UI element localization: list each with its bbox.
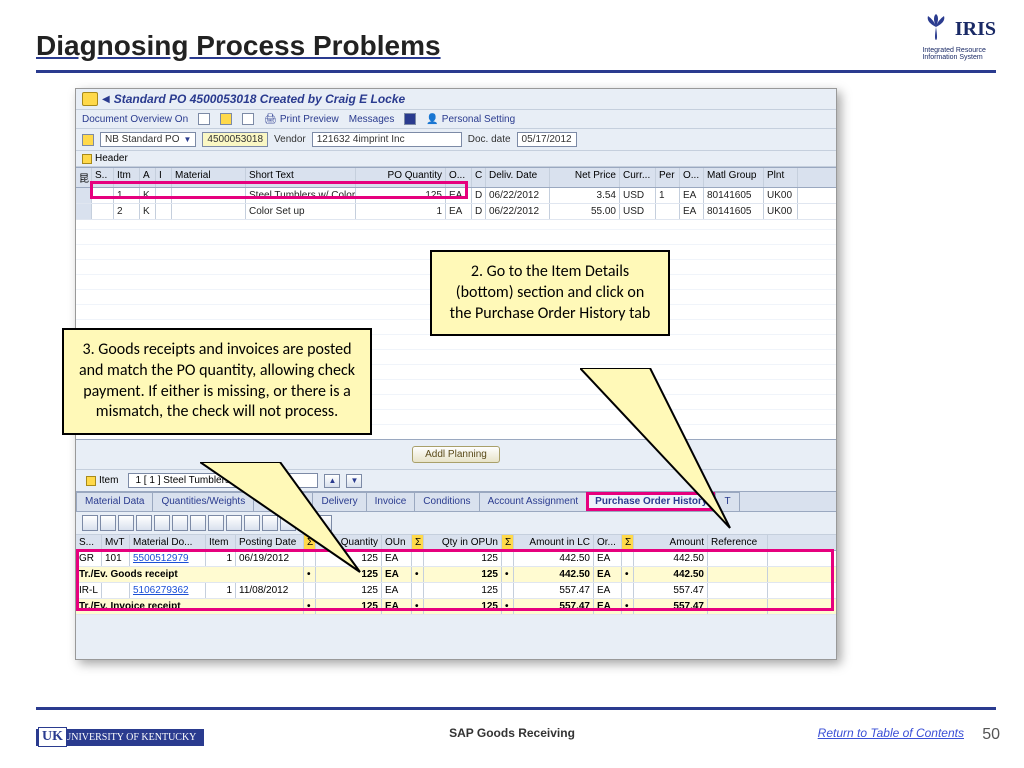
sap-header-row: NB Standard PO▼ 4500053018 Vendor 121632… (76, 129, 836, 151)
col-price[interactable]: Net Price (550, 168, 620, 187)
hcol-mvt[interactable]: MvT (102, 535, 130, 550)
col-handle: 昆 (76, 168, 92, 187)
docdate-field[interactable]: 05/17/2012 (517, 132, 577, 147)
expand-icon[interactable] (82, 134, 94, 146)
callout-3: 3. Goods receipts and invoices are poste… (62, 328, 372, 435)
hist-tool-6[interactable] (172, 515, 188, 531)
history-row[interactable]: Tr./Ev. Invoice receipt•125EA•125•557.47… (76, 599, 836, 615)
hist-tool-2[interactable] (100, 515, 116, 531)
col-o2[interactable]: O... (680, 168, 704, 187)
hcol-sig3[interactable]: Σ (502, 535, 514, 550)
addl-planning-button[interactable]: Addl Planning (412, 446, 500, 463)
history-row[interactable]: IR-L5106279362111/08/2012125EA125557.47E… (76, 583, 836, 599)
grid-row[interactable]: 1KSteel Tumblers w/ Color ..125EAD06/22/… (76, 188, 836, 204)
personal-setting-button[interactable]: 👤Personal Setting (426, 114, 515, 125)
col-qty[interactable]: PO Quantity (356, 168, 446, 187)
docdate-label: Doc. date (468, 134, 511, 145)
tab-material-data[interactable]: Material Data (76, 492, 153, 511)
callout-3-tail (200, 462, 380, 582)
po-number-field[interactable]: 4500053018 (202, 132, 268, 147)
col-oun[interactable]: O... (446, 168, 472, 187)
col-itm[interactable]: Itm (114, 168, 140, 187)
printer-icon: 🖨 (264, 114, 277, 125)
hist-tool-3[interactable] (118, 515, 134, 531)
sap-app-icon (82, 92, 98, 106)
col-a[interactable]: A (140, 168, 156, 187)
chevron-down-icon: ▼ (183, 135, 191, 144)
print-preview-button[interactable]: 🖨Print Preview (264, 114, 339, 125)
history-row[interactable]: GR1015500512979106/19/2012125EA125442.50… (76, 551, 836, 567)
hist-tool-1[interactable] (82, 515, 98, 531)
back-icon[interactable]: ◀ (102, 94, 110, 105)
col-s[interactable]: S.. (92, 168, 114, 187)
col-material[interactable]: Material (172, 168, 246, 187)
po-type-select[interactable]: NB Standard PO▼ (100, 132, 196, 147)
item-grid-header: 昆 S.. Itm A I Material Short Text PO Qua… (76, 167, 836, 188)
iris-sub2: Information System (922, 54, 996, 61)
other-icon[interactable] (242, 113, 254, 125)
iris-flower-icon (922, 12, 950, 47)
sap-window-title: Standard PO 4500053018 Created by Craig … (114, 92, 405, 106)
person-icon: 👤 (426, 114, 438, 125)
create-icon[interactable] (198, 113, 210, 125)
col-matl[interactable]: Matl Group (704, 168, 764, 187)
hist-tool-4[interactable] (136, 515, 152, 531)
iris-logo: IRIS Integrated Resource Information Sys… (922, 12, 996, 61)
col-per[interactable]: Per (656, 168, 680, 187)
hcol-sig2[interactable]: Σ (412, 535, 424, 550)
iris-brand: IRIS (955, 18, 996, 41)
hcol-oun[interactable]: OUn (382, 535, 412, 550)
footer-rule (36, 707, 996, 710)
slide-title: Diagnosing Process Problems (36, 30, 441, 62)
doc-overview-button[interactable]: Document Overview On (82, 114, 188, 125)
item-collapse-button[interactable]: Item (82, 474, 122, 487)
folder-icon (82, 154, 92, 164)
col-c[interactable]: C (472, 168, 486, 187)
toc-link[interactable]: Return to Table of Contents (818, 726, 964, 740)
hcol-doc[interactable]: Material Do... (130, 535, 206, 550)
messages-button[interactable]: Messages (349, 114, 395, 125)
tab-conditions[interactable]: Conditions (414, 492, 479, 511)
col-curr[interactable]: Curr... (620, 168, 656, 187)
col-deliv[interactable]: Deliv. Date (486, 168, 550, 187)
vendor-label: Vendor (274, 134, 306, 145)
hcol-qop[interactable]: Qty in OPUn (424, 535, 502, 550)
info-icon[interactable] (404, 113, 416, 125)
page-number: 50 (982, 726, 1000, 744)
history-row[interactable]: Tr./Ev. Goods receipt•125EA•125•442.50EA… (76, 567, 836, 583)
header-collapse-button[interactable]: Header (76, 151, 836, 167)
hist-tool-5[interactable] (154, 515, 170, 531)
callout-2: 2. Go to the Item Details (bottom) secti… (430, 250, 670, 336)
history-section: S... MvT Material Do... Item Posting Dat… (76, 535, 836, 615)
col-i[interactable]: I (156, 168, 172, 187)
callout-2-tail (580, 368, 740, 538)
col-plnt[interactable]: Plnt (764, 168, 798, 187)
tab-account-assignment[interactable]: Account Assignment (479, 492, 588, 511)
col-shorttext[interactable]: Short Text (246, 168, 356, 187)
hcol-s[interactable]: S... (76, 535, 102, 550)
folder-icon (86, 476, 96, 486)
sap-titlebar: ◀ Standard PO 4500053018 Created by Crai… (76, 89, 836, 110)
title-underline (36, 70, 996, 73)
iris-sub1: Integrated Resource (922, 47, 996, 54)
edit-icon[interactable] (220, 113, 232, 125)
sap-toolbar: Document Overview On 🖨Print Preview Mess… (76, 110, 836, 129)
grid-row[interactable]: 2KColor Set up1EAD06/22/201255.00USDEA80… (76, 204, 836, 220)
vendor-field[interactable]: 121632 4imprint Inc (312, 132, 462, 147)
